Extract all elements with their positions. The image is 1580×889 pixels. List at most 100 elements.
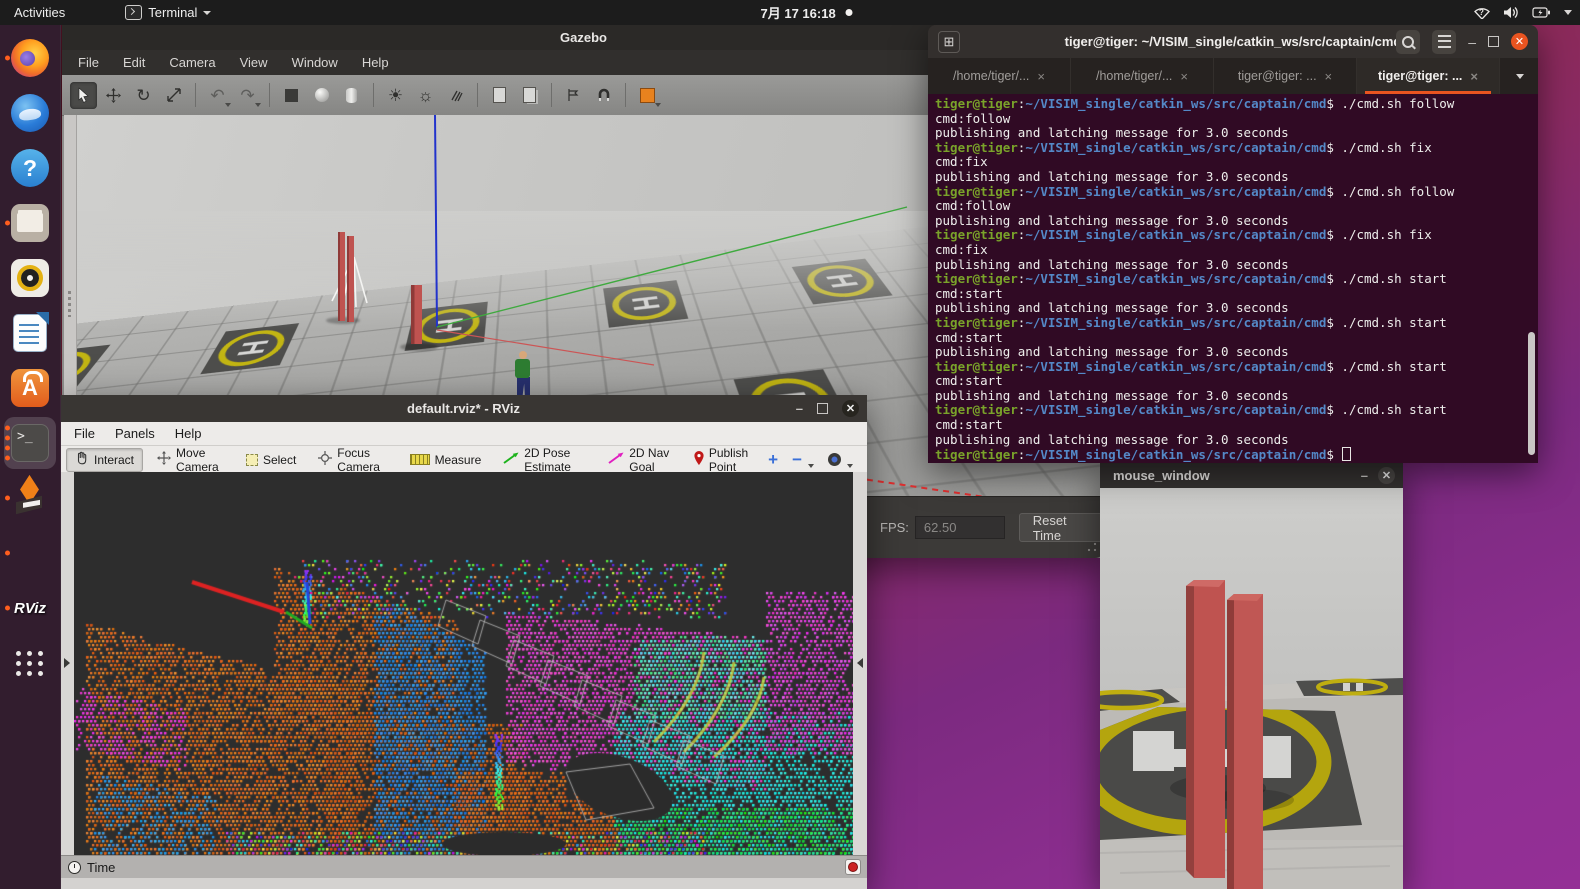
cylinder-icon[interactable] (338, 82, 365, 109)
dock-item-terminal[interactable]: >_ (4, 417, 56, 469)
tab-close-icon[interactable]: × (1470, 69, 1478, 84)
time-panel-close-button[interactable] (845, 859, 861, 875)
terminal-content[interactable]: tiger@tiger:~/VISIM_single/catkin_ws/src… (928, 94, 1538, 463)
scale-icon[interactable] (160, 82, 187, 109)
dock-item-gazebo[interactable] (4, 472, 56, 524)
dock-item-firefox[interactable] (4, 32, 56, 84)
gazebo-icon (11, 479, 49, 517)
close-icon[interactable]: ✕ (1511, 33, 1528, 50)
directional-light-icon[interactable] (442, 82, 469, 109)
terminal-tab-2[interactable]: /home/tiger/...× (1071, 58, 1214, 94)
mouse-window-3d-view[interactable] (1100, 488, 1403, 889)
time-panel-header[interactable]: Time (60, 855, 867, 878)
app-menu[interactable]: Terminal (125, 5, 211, 20)
grid-dot-icon (16, 671, 21, 676)
top-bar: Activities Terminal 7月 17 16:18 ? (0, 0, 1580, 25)
terminal-tab-3[interactable]: tiger@tiger: ...× (1214, 58, 1357, 94)
tool-interact[interactable]: Interact (66, 448, 143, 472)
dock-item-show-applications[interactable] (4, 637, 56, 689)
remove-tool-icon[interactable]: − (792, 451, 802, 468)
dock-item-help[interactable]: ? (4, 142, 56, 194)
point-light-icon[interactable]: ☀ (382, 82, 409, 109)
add-tool-icon[interactable]: + (768, 451, 778, 468)
terminal-headerbar[interactable]: ⊞ tiger@tiger: ~/VISIM_single/catkin_ws/… (928, 25, 1538, 58)
close-icon[interactable]: ✕ (1378, 467, 1395, 484)
displays-panel-toggle[interactable] (60, 472, 74, 855)
tab-close-icon[interactable]: × (1180, 69, 1188, 84)
tool-move-camera[interactable]: Move Camera (149, 449, 232, 471)
dock-item-files[interactable] (4, 197, 56, 249)
tool-select[interactable]: Select (238, 449, 304, 471)
terminal-tab-1[interactable]: /home/tiger/...× (928, 58, 1071, 94)
maximize-icon[interactable] (1488, 36, 1499, 47)
terminal-output-line: publishing and latching message for 3.0 … (935, 170, 1538, 185)
rviz-menu-help[interactable]: Help (175, 426, 202, 441)
tool-2d-nav-goal[interactable]: 2D Nav Goal (600, 449, 680, 471)
gazebo-menu-camera[interactable]: Camera (169, 55, 215, 70)
minimize-icon[interactable]: – (1468, 34, 1476, 50)
terminal-output-line: cmd:start (935, 287, 1538, 302)
resize-grip-icon[interactable] (1087, 542, 1097, 552)
new-tab-button[interactable]: ⊞ (938, 31, 960, 53)
align-icon[interactable] (560, 82, 587, 109)
tool-publish-point[interactable]: Publish Point (686, 449, 762, 471)
mouse-window-titlebar[interactable]: mouse_window – ✕ (1100, 463, 1403, 488)
minimize-icon[interactable]: – (1361, 468, 1368, 483)
gazebo-menu-edit[interactable]: Edit (123, 55, 145, 70)
clock-menu[interactable]: 7月 17 16:18 (761, 0, 853, 25)
tool-focus-camera[interactable]: Focus Camera (310, 449, 395, 471)
close-icon[interactable]: ✕ (842, 400, 859, 417)
dock-item-rhythmbox[interactable] (4, 252, 56, 304)
tab-close-icon[interactable]: × (1037, 69, 1045, 84)
tool-measure[interactable]: Measure (402, 449, 490, 471)
snap-icon[interactable] (590, 82, 617, 109)
paste-icon[interactable] (516, 82, 543, 109)
gazebo-menu-help[interactable]: Help (362, 55, 389, 70)
copy-icon[interactable] (486, 82, 513, 109)
dock-item-writer[interactable] (4, 307, 56, 359)
hand-icon (75, 451, 89, 468)
pointcloud-3d-view[interactable] (74, 472, 853, 855)
gazebo-menu-window[interactable]: Window (292, 55, 338, 70)
expand-right-icon (64, 658, 70, 668)
prompt-command: ./cmd.sh start (1334, 271, 1447, 286)
prompt-dollar: $ (1326, 402, 1334, 417)
activities-button[interactable]: Activities (0, 5, 79, 20)
rviz-menu-panels[interactable]: Panels (115, 426, 155, 441)
terminal-tab-4[interactable]: tiger@tiger: ...× (1357, 58, 1500, 94)
gazebo-menu-file[interactable]: File (78, 55, 99, 70)
spot-light-icon[interactable]: ☼ (412, 82, 439, 109)
tab-list-button[interactable] (1516, 58, 1538, 94)
box-icon[interactable] (278, 82, 305, 109)
terminal-scrollbar[interactable] (1528, 332, 1535, 455)
reset-time-button[interactable]: Reset Time (1019, 513, 1105, 542)
system-status-menu[interactable]: ? (1474, 0, 1572, 25)
gazebo-menu-view[interactable]: View (240, 55, 268, 70)
select-arrow-icon[interactable] (70, 82, 97, 109)
tool-properties-icon[interactable] (828, 453, 841, 466)
rotate-icon[interactable]: ↻ (130, 82, 157, 109)
sphere-icon[interactable] (308, 82, 335, 109)
minimize-icon[interactable]: – (796, 401, 803, 416)
writer-icon (14, 315, 46, 351)
rviz-menu-file[interactable]: File (74, 426, 95, 441)
view-angle-icon[interactable] (634, 82, 661, 109)
views-panel-toggle[interactable] (853, 472, 867, 855)
search-button[interactable] (1396, 30, 1420, 54)
dock-item-hidden-running-app[interactable] (4, 527, 56, 579)
redo-icon[interactable]: ↷ (234, 82, 261, 109)
tool-2d-pose-estimate[interactable]: 2D Pose Estimate (495, 449, 594, 471)
fps-value-field[interactable]: 62.50 (915, 516, 1005, 539)
terminal-cursor (1342, 447, 1351, 461)
chevron-down-icon (1564, 10, 1572, 15)
menu-button[interactable] (1432, 30, 1456, 54)
files-icon (11, 204, 49, 242)
rviz-titlebar[interactable]: default.rviz* - RViz – ✕ (60, 395, 867, 422)
undo-icon[interactable]: ↶ (204, 82, 231, 109)
translate-icon[interactable] (100, 82, 127, 109)
maximize-icon[interactable] (817, 403, 828, 414)
dock-item-software[interactable]: A (4, 362, 56, 414)
tab-close-icon[interactable]: × (1325, 69, 1333, 84)
dock-item-thunderbird[interactable] (4, 87, 56, 139)
dock-item-rviz[interactable]: RViz (4, 582, 56, 634)
